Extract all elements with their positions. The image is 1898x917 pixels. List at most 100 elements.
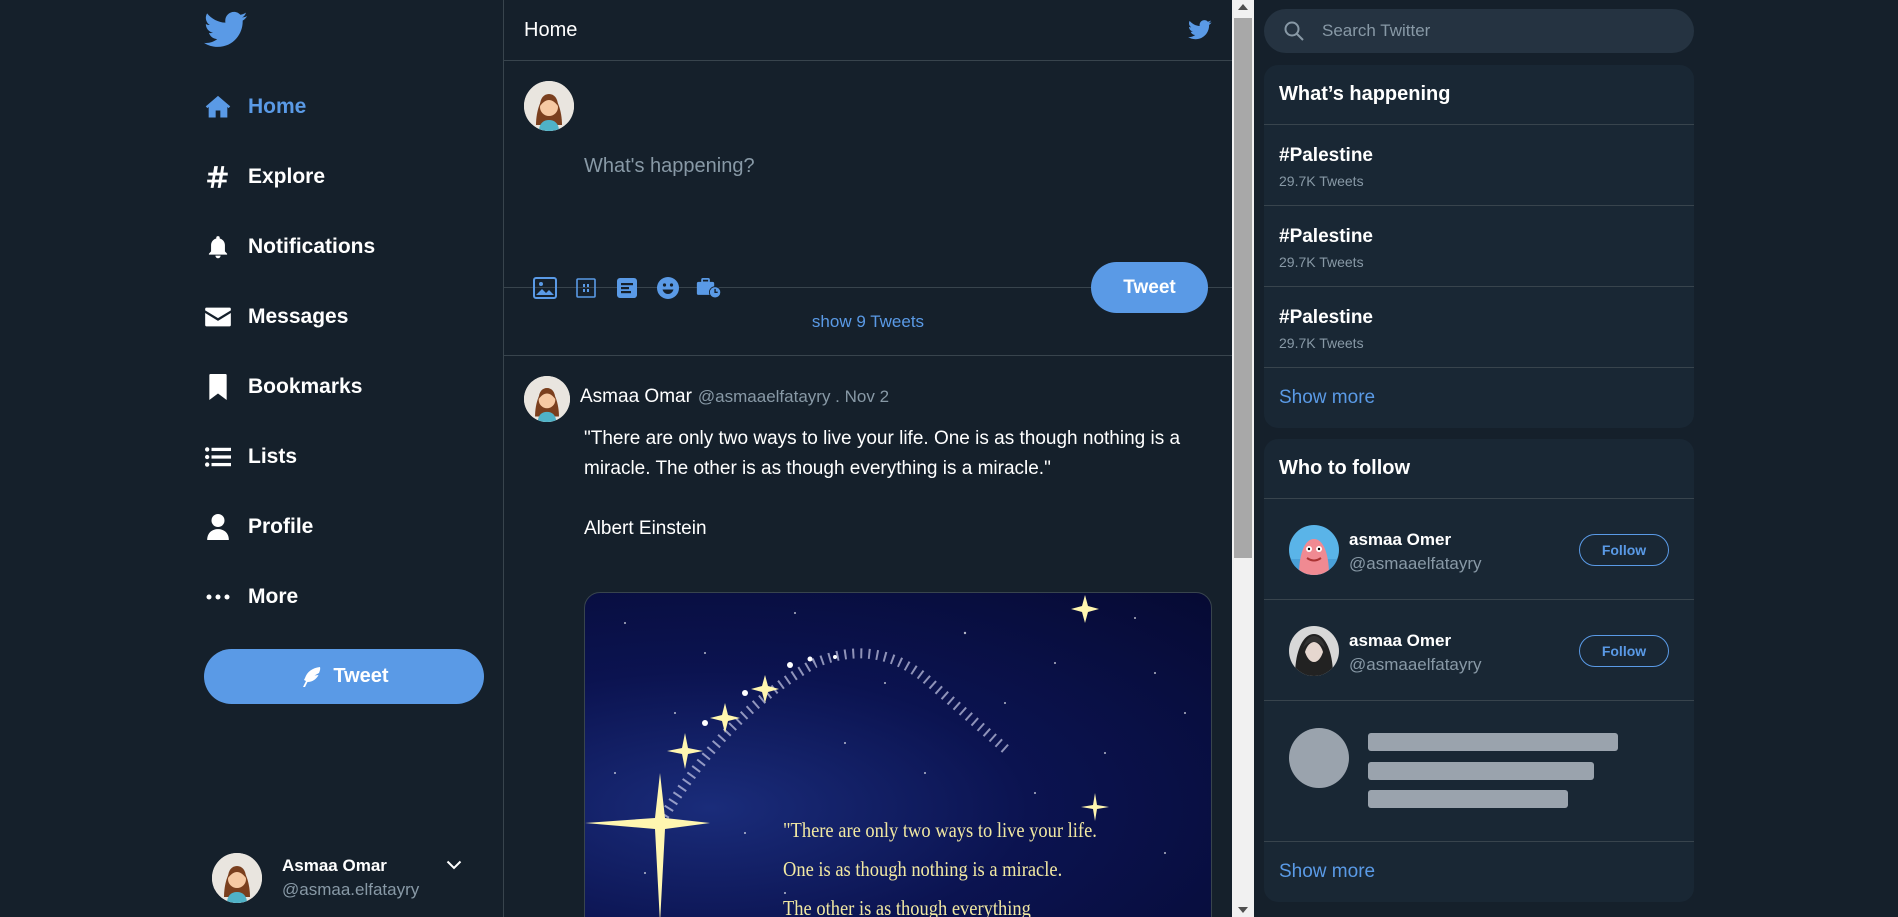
composer-avatar <box>524 81 574 131</box>
search-icon <box>1284 21 1304 41</box>
feed-scrollbar[interactable] <box>1232 0 1254 917</box>
who-to-follow-show-more[interactable]: Show more <box>1264 842 1694 902</box>
follow-suggestion[interactable]: asmaa Omer @asmaaelfatayry Follow <box>1264 499 1694 600</box>
tweet[interactable]: Asmaa Omar @asmaaelfatayry . Nov 2 "Ther… <box>504 356 1232 917</box>
image-icon[interactable] <box>532 275 558 301</box>
composer-tools <box>532 275 737 301</box>
follow-suggestion[interactable]: asmaa Omer @asmaaelfatayry Follow <box>1264 600 1694 701</box>
placeholder-line <box>1368 733 1618 751</box>
nav-label: More <box>248 585 299 608</box>
user-icon <box>204 513 232 541</box>
feather-icon <box>299 665 323 689</box>
trend-count: 29.7K Tweets <box>1279 335 1364 351</box>
search-bar[interactable]: Search Twitter <box>1264 9 1694 53</box>
follow-name: asmaa Omer <box>1349 631 1452 650</box>
bell-icon <box>204 233 232 261</box>
image-quote-line: One is as though nothing is a miracle. <box>783 857 1063 881</box>
poll-icon[interactable] <box>614 275 640 301</box>
trend-item[interactable]: #Palestine 29.7K Tweets <box>1264 206 1694 287</box>
scroll-up-arrow[interactable] <box>1238 4 1248 10</box>
trend-count: 29.7K Tweets <box>1279 173 1364 189</box>
trends-show-more[interactable]: Show more <box>1264 368 1694 428</box>
scroll-down-arrow[interactable] <box>1238 907 1248 913</box>
search-input[interactable]: Search Twitter <box>1322 21 1430 41</box>
nav-label: Messages <box>248 305 349 328</box>
account-handle: @asmaa.elfatayry <box>282 880 420 899</box>
tweet-meta: Asmaa Omar @asmaaelfatayry . Nov 2 <box>580 386 889 408</box>
nav-label: Profile <box>248 515 314 538</box>
placeholder-line <box>1368 790 1568 808</box>
follow-handle: @asmaaelfatayry <box>1349 554 1482 573</box>
home-icon <box>204 93 232 121</box>
loading-placeholder <box>1264 701 1694 842</box>
right-sidebar: Search Twitter What’s happening #Palesti… <box>1264 0 1694 917</box>
nav-item-notifications[interactable]: Notifications <box>204 212 375 282</box>
tweet-attribution: Albert Einstein <box>584 518 707 539</box>
nav-item-explore[interactable]: Explore <box>204 142 375 212</box>
sidebar-tweet-button[interactable]: Tweet <box>204 649 484 704</box>
nav-label: Notifications <box>248 235 376 258</box>
image-quote: "There are only two ways to live your li… <box>783 811 1097 917</box>
tweet-author[interactable]: Asmaa Omar <box>580 386 692 408</box>
trends-panel: What’s happening #Palestine 29.7K Tweets… <box>1264 65 1694 428</box>
hashtag-icon <box>204 163 232 191</box>
follow-avatar <box>1289 626 1339 676</box>
who-to-follow-panel: Who to follow asmaa Omer @asmaaelfatayry… <box>1264 439 1694 902</box>
nav-item-home[interactable]: Home <box>204 72 375 142</box>
image-quote-line: "There are only two ways to live your li… <box>783 818 1097 842</box>
account-avatar <box>212 853 262 903</box>
nav-item-profile[interactable]: Profile <box>204 492 375 562</box>
trend-tag: #Palestine <box>1279 307 1373 328</box>
nav-label: Home <box>248 95 307 118</box>
nav-item-more[interactable]: More <box>204 562 375 632</box>
account-switcher[interactable]: Asmaa Omar @asmaa.elfatayry <box>212 850 482 906</box>
trend-tag: #Palestine <box>1279 226 1373 247</box>
placeholder-avatar <box>1289 728 1349 788</box>
scroll-thumb[interactable] <box>1234 18 1252 558</box>
page-title: Home <box>524 18 578 41</box>
trends-title: What’s happening <box>1264 65 1694 125</box>
nav-label: Explore <box>248 165 326 188</box>
nav-label: Lists <box>248 445 298 468</box>
account-names: Asmaa Omar @asmaa.elfatayry <box>282 856 419 900</box>
follow-button[interactable]: Follow <box>1579 635 1669 667</box>
who-to-follow-title: Who to follow <box>1264 439 1694 499</box>
envelope-icon <box>204 303 232 331</box>
tweet-image[interactable]: "There are only two ways to live your li… <box>584 592 1212 917</box>
nav-item-bookmarks[interactable]: Bookmarks <box>204 352 375 422</box>
tweet-body: "There are only two ways to live your li… <box>584 424 1224 574</box>
trend-count: 29.7K Tweets <box>1279 254 1364 270</box>
tweet-handle-date: @asmaaelfatayry . Nov 2 <box>697 387 890 406</box>
follow-name: asmaa Omer <box>1349 530 1452 549</box>
list-icon <box>204 443 232 471</box>
twitter-logo-icon[interactable] <box>204 11 248 49</box>
nav-item-lists[interactable]: Lists <box>204 422 375 492</box>
trend-tag: #Palestine <box>1279 145 1373 166</box>
follow-avatar <box>1289 525 1339 575</box>
follow-button[interactable]: Follow <box>1579 534 1669 566</box>
follow-handle: @asmaaelfatayry <box>1349 655 1482 674</box>
sidebar-tweet-label: Tweet <box>333 665 389 687</box>
tweet-composer: What's happening? Tweet <box>504 61 1232 313</box>
trend-item[interactable]: #Palestine 29.7K Tweets <box>1264 287 1694 368</box>
schedule-icon[interactable] <box>696 275 722 301</box>
nav-item-messages[interactable]: Messages <box>204 282 375 352</box>
account-name: Asmaa Omar <box>282 856 387 875</box>
gif-icon[interactable] <box>573 275 599 301</box>
composer-tweet-button[interactable]: Tweet <box>1091 262 1208 313</box>
placeholder-line <box>1368 762 1594 780</box>
emoji-icon[interactable] <box>655 275 681 301</box>
tweet-avatar[interactable] <box>524 376 570 422</box>
nav-label: Bookmarks <box>248 375 363 398</box>
main-column: Home What's happening? Tweet show 9 Twee… <box>504 0 1232 917</box>
tweet-text: "There are only two ways to live your li… <box>584 428 1181 479</box>
bookmark-icon <box>204 373 232 401</box>
trend-item[interactable]: #Palestine 29.7K Tweets <box>1264 125 1694 206</box>
left-sidebar: Home Explore Notifications Messages Book… <box>0 0 504 917</box>
main-nav: Home Explore Notifications Messages Book… <box>204 72 375 632</box>
chevron-down-icon[interactable] <box>446 860 462 870</box>
main-header: Home <box>504 0 1232 61</box>
image-quote-line: The other is as though everything <box>783 896 1031 917</box>
twitter-bird-icon[interactable] <box>1188 20 1212 40</box>
composer-input[interactable]: What's happening? <box>584 155 755 178</box>
